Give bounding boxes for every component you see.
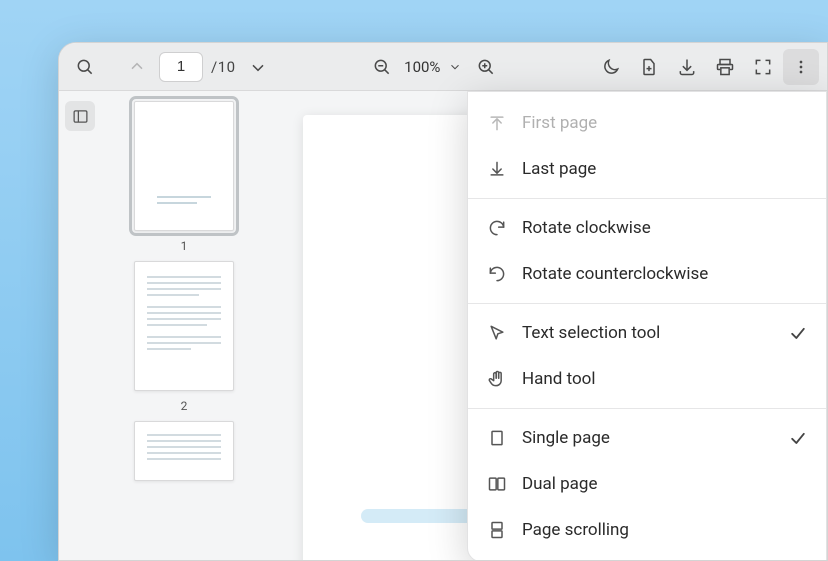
menu-item-label: Page scrolling — [522, 520, 808, 540]
menu-item-label: Single page — [522, 428, 774, 448]
menu-dual-page[interactable]: Dual page — [468, 461, 826, 507]
thumbnail-1[interactable]: 1 — [119, 101, 249, 253]
menu-item-label: Rotate clockwise — [522, 218, 808, 238]
left-rail — [59, 91, 101, 560]
menu-item-label: Hand tool — [522, 369, 808, 389]
thumbnail-panel: 1 2 — [101, 91, 279, 560]
menu-single-page[interactable]: Single page — [468, 415, 826, 461]
check-icon — [788, 323, 808, 343]
menu-rotate-ccw[interactable]: Rotate counterclockwise — [468, 251, 826, 297]
more-menu-button[interactable] — [783, 49, 819, 85]
zoom-dropdown-button[interactable] — [444, 49, 466, 85]
page-total-label: /10 — [211, 58, 236, 76]
menu-page-scrolling[interactable]: Page scrolling — [468, 507, 826, 553]
pdf-viewer-window: /10 100% — [58, 42, 828, 561]
thumbnail-page-number: 1 — [119, 239, 249, 253]
menu-item-label: First page — [522, 113, 808, 133]
last-page-icon — [486, 158, 508, 180]
page-number-input[interactable] — [159, 52, 203, 82]
thumbnail-page-number: 2 — [119, 399, 249, 413]
print-button[interactable] — [707, 49, 743, 85]
zoom-level-label[interactable]: 100% — [404, 58, 440, 76]
menu-item-label: Rotate counterclockwise — [522, 264, 808, 284]
fullscreen-button[interactable] — [745, 49, 781, 85]
more-menu: First page Last page Rotate clockwise Ro… — [467, 91, 827, 561]
menu-rotate-cw[interactable]: Rotate clockwise — [468, 205, 826, 251]
menu-item-label: Last page — [522, 159, 808, 179]
prev-page-button[interactable] — [119, 49, 155, 85]
menu-last-page[interactable]: Last page — [468, 146, 826, 192]
menu-hand-tool[interactable]: Hand tool — [468, 356, 826, 402]
menu-text-selection[interactable]: Text selection tool — [468, 310, 826, 356]
toolbar: /10 100% — [59, 43, 827, 91]
menu-item-label: Text selection tool — [522, 323, 774, 343]
add-page-button[interactable] — [631, 49, 667, 85]
first-page-icon — [486, 112, 508, 134]
hand-icon — [486, 368, 508, 390]
rotate-cw-icon — [486, 217, 508, 239]
check-icon — [788, 428, 808, 448]
download-button[interactable] — [669, 49, 705, 85]
thumbnail-3[interactable] — [119, 421, 249, 481]
menu-item-label: Dual page — [522, 474, 808, 494]
zoom-out-button[interactable] — [364, 49, 400, 85]
single-page-icon — [486, 427, 508, 449]
menu-first-page: First page — [468, 100, 826, 146]
rotate-ccw-icon — [486, 263, 508, 285]
search-button[interactable] — [67, 49, 103, 85]
thumbnail-2[interactable]: 2 — [119, 261, 249, 413]
page-scrolling-icon — [486, 519, 508, 541]
zoom-in-button[interactable] — [468, 49, 504, 85]
dark-mode-button[interactable] — [593, 49, 629, 85]
dual-page-icon — [486, 473, 508, 495]
cursor-icon — [486, 322, 508, 344]
next-page-button[interactable] — [240, 49, 276, 85]
sidebar-toggle-button[interactable] — [65, 101, 95, 131]
